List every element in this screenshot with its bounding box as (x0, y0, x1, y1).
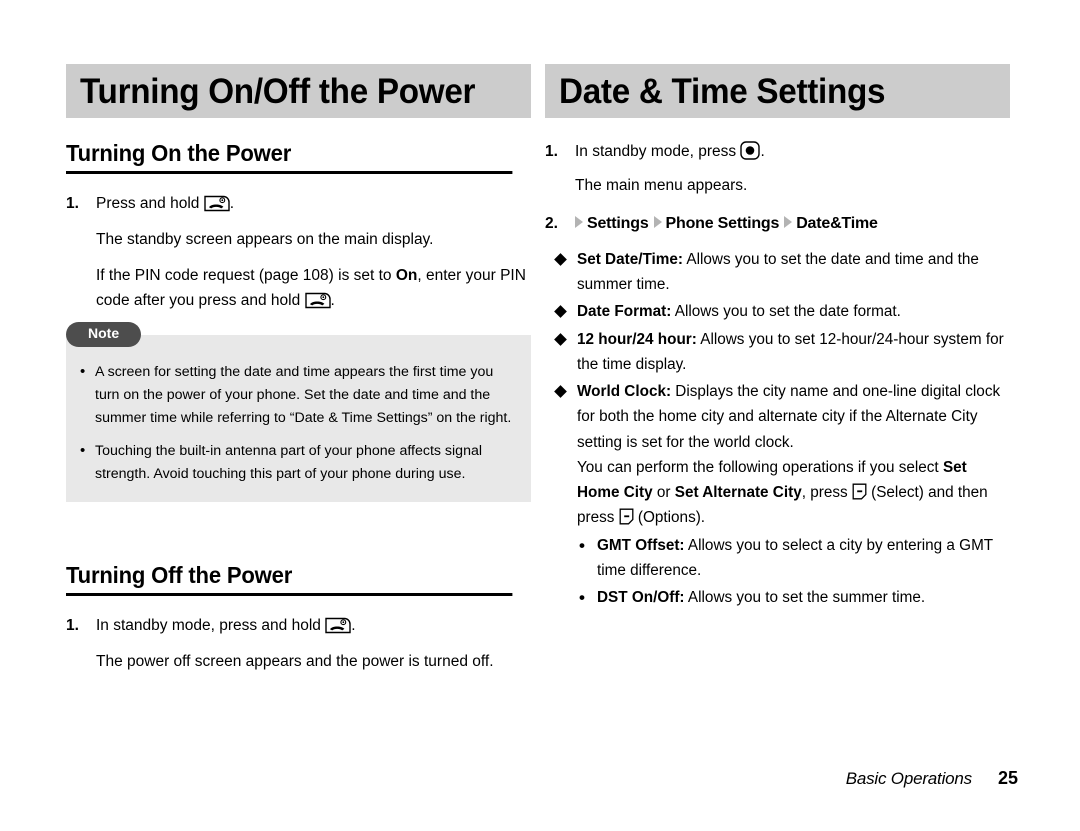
note-item: Touching the built-in antenna part of yo… (80, 439, 513, 486)
section-heading-turning-on: Turning On the Power (66, 140, 513, 174)
banner-title-right: Date & Time Settings (559, 71, 886, 111)
step-description-2: If the PIN code request (page 108) is se… (96, 263, 531, 313)
step-text-after: . (351, 617, 356, 635)
footer-page-number: 25 (997, 768, 1018, 788)
menu-path-item-date-time[interactable]: Date&Time (796, 215, 878, 232)
page-footer: Basic Operations 25 (846, 768, 1018, 789)
chevron-right-icon (784, 216, 793, 229)
feature-term: 12 hour/24 hour: (577, 330, 697, 348)
pin-value-on: On (395, 267, 418, 285)
right-column: Date & Time Settings 1. In standby mode,… (545, 64, 1010, 674)
ops-text-b: or (652, 484, 675, 502)
left-column: Turning On/Off the Power Turning On the … (66, 64, 531, 674)
step-number: 2. (545, 215, 558, 233)
main-menu-description: The main menu appears. (575, 177, 748, 195)
feature-item-set-date-time: Set Date/Time: Allows you to set the dat… (545, 247, 1010, 297)
footer-chapter-name: Basic Operations (845, 769, 972, 788)
feature-term: Set Date/Time: (577, 250, 683, 268)
step-number: 1. (66, 195, 79, 212)
note-item: A screen for setting the date and time a… (80, 360, 513, 430)
section-heading-turning-off: Turning Off the Power (66, 562, 513, 597)
phone-power-key-icon (204, 195, 230, 212)
manual-page: Turning On/Off the Power Turning On the … (0, 0, 1080, 831)
chapter-banner-left: Turning On/Off the Power (66, 64, 531, 118)
diamond-bullet-icon (554, 253, 567, 266)
feature-list: Set Date/Time: Allows you to set the dat… (545, 247, 1010, 612)
menu-breadcrumb: Settings Phone Settings Date&Time (575, 212, 878, 237)
step-text: In standby mode, press and hold . (96, 614, 531, 638)
sub-option-dst-on-off: DST On/Off: Allows you to set the summer… (577, 584, 1010, 612)
feature-term: World Clock: (577, 383, 672, 401)
sub-option-term: DST On/Off: (597, 588, 685, 606)
chapter-banner-right: Date & Time Settings (545, 64, 1010, 118)
diamond-bullet-icon (554, 332, 567, 346)
step-text-before: Press and hold (96, 195, 200, 212)
step-description-3: The power off screen appears and the pow… (96, 653, 494, 671)
feature-description: Allows you to set the date format. (671, 303, 901, 321)
feature-term: Date Format: (577, 303, 672, 321)
note-list: A screen for setting the date and time a… (80, 360, 513, 486)
pin-text-a: If the PIN code request (page 108) is se… (96, 267, 396, 285)
feature-item-world-clock: World Clock: Displays the city name and … (545, 379, 1010, 612)
diamond-bullet-icon (554, 305, 567, 319)
chevron-right-icon (653, 216, 662, 229)
step-text: In standby mode, press . (575, 140, 1010, 164)
step-text-before: In standby mode, press and hold (96, 617, 321, 635)
feature-item-date-format: Date Format: Allows you to set the date … (545, 299, 1010, 324)
step-text-before: In standby mode, press (575, 143, 737, 160)
ops-bold-set-alternate-city: Set Alternate City (674, 484, 802, 502)
sub-option-term: GMT Offset: (597, 536, 685, 554)
left-soft-key-icon (619, 508, 634, 525)
chevron-right-icon (575, 216, 583, 229)
step-item: 1. In standby mode, press and hold . (66, 614, 531, 638)
sub-option-list: GMT Offset: Allows you to select a city … (577, 531, 1010, 612)
note-badge: Note (66, 322, 142, 347)
menu-path-step: 2. Settings Phone Settings Date&Time (545, 212, 1010, 237)
feature-item-12-24-hour: 12 hour/24 hour: Allows you to set 12-ho… (545, 327, 1010, 377)
step-number: 1. (545, 143, 558, 160)
step-text: Press and hold . (96, 192, 531, 216)
note-box: Note A screen for setting the date and t… (66, 322, 531, 503)
ops-text-e: (Options). (633, 509, 706, 527)
step-item: 1. In standby mode, press . (545, 140, 1010, 164)
diamond-bullet-icon (554, 385, 567, 398)
two-column-layout: Turning On/Off the Power Turning On the … (66, 64, 1020, 674)
step-text-after: . (229, 195, 235, 212)
ops-text-c: , press (801, 484, 852, 502)
step-item: 1. Press and hold . (66, 192, 531, 216)
pin-text-c: . (330, 292, 335, 310)
center-select-key-icon (740, 141, 761, 160)
step-description-1: The standby screen appears on the main d… (96, 231, 434, 249)
sub-option-description: Allows you to set the summer time. (684, 588, 926, 606)
menu-path-item-settings[interactable]: Settings (587, 215, 649, 232)
phone-power-key-icon (325, 617, 351, 634)
step-number: 1. (66, 617, 79, 635)
world-clock-operations: You can perform the following operations… (577, 455, 1010, 531)
sub-option-gmt-offset: GMT Offset: Allows you to select a city … (577, 531, 1010, 583)
left-soft-key-icon (852, 483, 867, 500)
ops-text-a: You can perform the following operations… (577, 458, 943, 476)
step-text-after: . (760, 143, 765, 160)
banner-title-left: Turning On/Off the Power (80, 71, 476, 111)
menu-path-item-phone-settings[interactable]: Phone Settings (666, 215, 780, 232)
phone-power-key-icon (304, 292, 331, 309)
